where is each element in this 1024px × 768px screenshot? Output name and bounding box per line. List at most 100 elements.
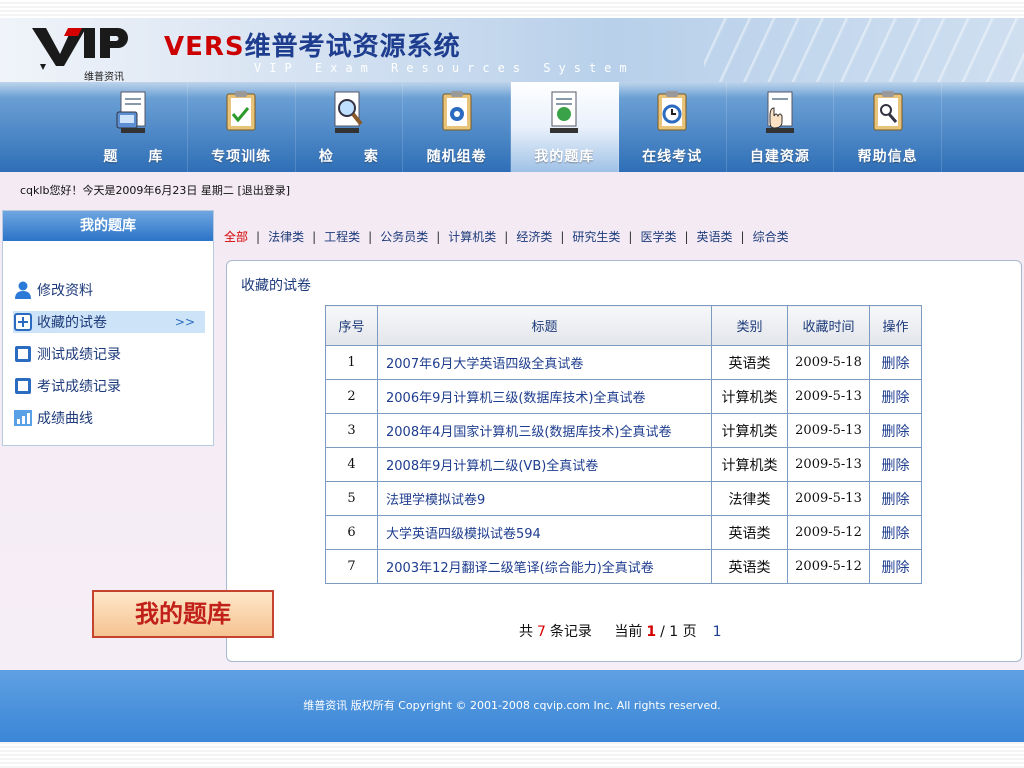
divider: | [504, 229, 509, 244]
divider: | [436, 229, 441, 244]
brand-latin: VERS [164, 32, 245, 62]
sidebar: 我的题库 修改资料 收藏的试卷 >> 测试成绩记录 考试成绩记录 成绩曲线 [2, 210, 214, 446]
nav-label: 帮助信息 [857, 149, 918, 165]
nav-search[interactable]: 检 索 [296, 82, 404, 172]
category-civil-service[interactable]: 公务员类 [380, 228, 428, 245]
table-row: 4 2008年9月计算机二级(VB)全真试卷 计算机类 2009-5-13 删除 [325, 447, 922, 482]
category-computer[interactable]: 计算机类 [448, 228, 496, 245]
nav-label: 题 库 [103, 149, 164, 165]
nav-online-exam[interactable]: 在线考试 [619, 82, 727, 172]
paper-title-link[interactable]: 2007年6月大学英语四级全真试卷 [377, 345, 712, 380]
sidebar-item-test-records[interactable]: 测试成绩记录 [13, 343, 205, 365]
category-engineering[interactable]: 工程类 [324, 228, 360, 245]
paper-title-link[interactable]: 2006年9月计算机三级(数据库技术)全真试卷 [377, 379, 712, 414]
row-category: 计算机类 [711, 379, 788, 414]
delete-link[interactable]: 删除 [869, 515, 922, 550]
table-header-row: 序号 标题 类别 收藏时间 操作 [325, 305, 922, 346]
nav-random-paper[interactable]: 随机组卷 [403, 82, 511, 172]
paper-title-link[interactable]: 2008年4月国家计算机三级(数据库技术)全真试卷 [377, 413, 712, 448]
divider: | [684, 229, 689, 244]
nav-label: 我的题库 [534, 149, 595, 165]
section-stamp-label: 我的题库 [92, 590, 274, 638]
row-date: 2009-5-13 [787, 413, 870, 448]
row-no: 7 [325, 549, 378, 584]
delete-link[interactable]: 删除 [869, 345, 922, 380]
sidebar-item-score-curve[interactable]: 成绩曲线 [13, 407, 205, 429]
nav-label: 自建资源 [749, 149, 810, 165]
category-graduate[interactable]: 研究生类 [572, 228, 620, 245]
sidebar-item-label: 成绩曲线 [37, 411, 93, 427]
sidebar-item-label: 修改资料 [37, 283, 93, 299]
row-date: 2009-5-13 [787, 447, 870, 482]
delete-link[interactable]: 删除 [869, 379, 922, 414]
hand-document-icon [760, 90, 800, 134]
col-header-action: 操作 [869, 305, 922, 346]
row-category: 法律类 [711, 481, 788, 516]
row-no: 2 [325, 379, 378, 414]
row-no: 5 [325, 481, 378, 516]
question-bank-icon [113, 90, 153, 134]
delete-link[interactable]: 删除 [869, 413, 922, 448]
sidebar-item-label: 考试成绩记录 [37, 379, 121, 395]
category-english[interactable]: 英语类 [697, 228, 733, 245]
category-economics[interactable]: 经济类 [516, 228, 552, 245]
delete-link[interactable]: 删除 [869, 549, 922, 584]
col-header-no: 序号 [325, 305, 378, 346]
sidebar-item-edit-profile[interactable]: 修改资料 [13, 279, 205, 301]
row-category: 计算机类 [711, 447, 788, 482]
divider: | [628, 229, 633, 244]
delete-link[interactable]: 删除 [869, 481, 922, 516]
panel-title: 收藏的试卷 [241, 278, 311, 294]
nav-self-resource[interactable]: 自建资源 [727, 82, 835, 172]
paper-title-link[interactable]: 2003年12月翻译二级笔译(综合能力)全真试卷 [377, 549, 712, 584]
table-row: 5 法理学模拟试卷9 法律类 2009-5-13 删除 [325, 481, 922, 516]
category-medical[interactable]: 医学类 [640, 228, 676, 245]
paper-title-link[interactable]: 大学英语四级模拟试卷594 [377, 515, 712, 550]
nav-label: 在线考试 [642, 149, 703, 165]
row-category: 英语类 [711, 345, 788, 380]
sidebar-item-saved-papers[interactable]: 收藏的试卷 >> [13, 311, 205, 333]
table-row: 6 大学英语四级模拟试卷594 英语类 2009-5-12 删除 [325, 515, 922, 550]
random-paper-icon [437, 90, 477, 134]
nav-label: 检 索 [318, 149, 379, 165]
col-header-date: 收藏时间 [787, 305, 870, 346]
row-category: 英语类 [711, 549, 788, 584]
row-date: 2009-5-13 [787, 379, 870, 414]
divider: | [368, 229, 373, 244]
nav-question-bank[interactable]: 题 库 [80, 82, 188, 172]
sidebar-item-exam-records[interactable]: 考试成绩记录 [13, 375, 205, 397]
pager-current-label: 当前 [614, 624, 643, 640]
nav-help[interactable]: 帮助信息 [834, 82, 942, 172]
sidebar-title: 我的题库 [3, 211, 213, 241]
nav-special-training[interactable]: 专项训练 [188, 82, 296, 172]
saved-papers-table: 序号 标题 类别 收藏时间 操作 1 2007年6月大学英语四级全真试卷 英语类… [325, 305, 922, 584]
delete-link[interactable]: 删除 [869, 447, 922, 482]
square-box-icon [13, 344, 33, 364]
row-no: 1 [325, 345, 378, 380]
paper-title-link[interactable]: 法理学模拟试卷9 [377, 481, 712, 516]
nav-my-bank[interactable]: 我的题库 [511, 82, 619, 172]
bar-chart-icon [13, 408, 33, 428]
row-date: 2009-5-12 [787, 549, 870, 584]
row-date: 2009-5-13 [787, 481, 870, 516]
category-filter-bar: 全部 | 法律类 | 工程类 | 公务员类 | 计算机类 | 经济类 | 研究生类 | 医学类… [224, 228, 789, 245]
category-all[interactable]: 全部 [224, 228, 248, 245]
sidebar-item-label: 收藏的试卷 [37, 315, 107, 331]
divider: | [560, 229, 565, 244]
row-date: 2009-5-18 [787, 345, 870, 380]
page-link[interactable]: 1 [713, 624, 722, 640]
row-category: 英语类 [711, 515, 788, 550]
col-header-category: 类别 [711, 305, 788, 346]
logout-link[interactable]: [退出登录] [237, 184, 290, 197]
table-row: 2 2006年9月计算机三级(数据库技术)全真试卷 计算机类 2009-5-13… [325, 379, 922, 414]
category-law[interactable]: 法律类 [268, 228, 304, 245]
row-date: 2009-5-12 [787, 515, 870, 550]
clock-exam-icon [652, 90, 692, 134]
row-no: 4 [325, 447, 378, 482]
category-general[interactable]: 综合类 [753, 228, 789, 245]
table-row: 7 2003年12月翻译二级笔译(综合能力)全真试卷 英语类 2009-5-12… [325, 549, 922, 584]
logo-caption: 维普资讯 [84, 72, 124, 83]
paper-title-link[interactable]: 2008年9月计算机二级(VB)全真试卷 [377, 447, 712, 482]
brand-title: VERS维普考试资源系统 [164, 26, 461, 63]
nav-label: 专项训练 [211, 149, 272, 165]
